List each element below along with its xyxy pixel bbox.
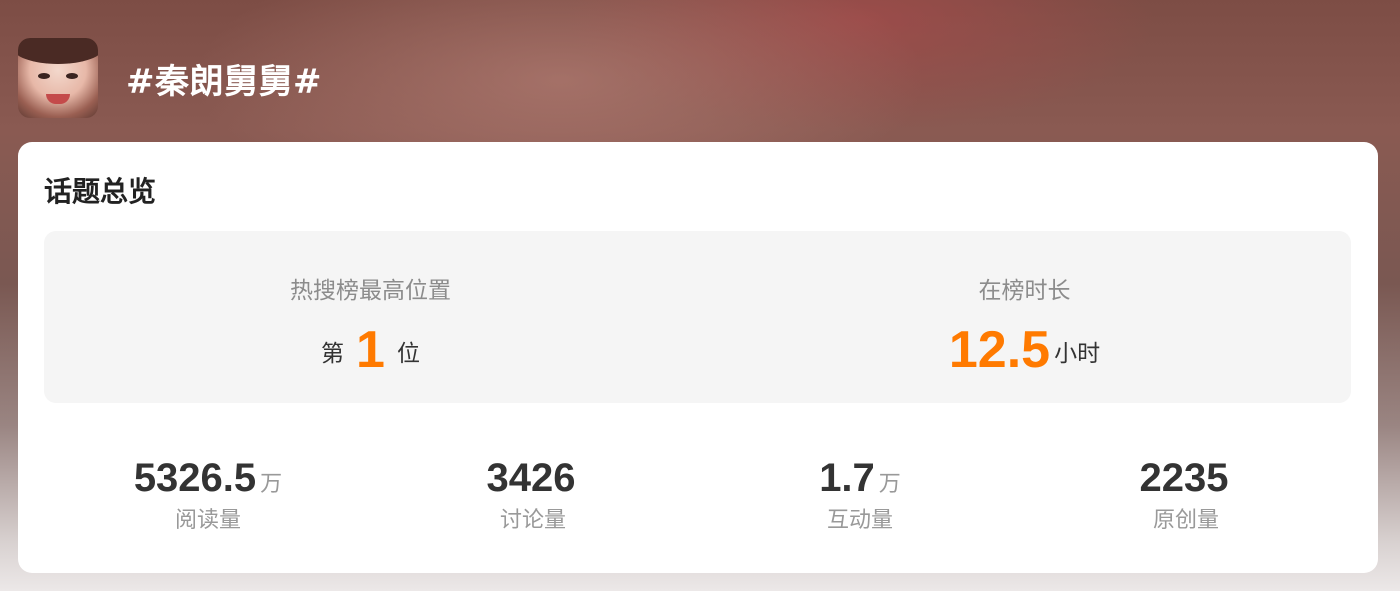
stat-interactions-value-row: 1.7 万 bbox=[690, 452, 1030, 500]
topic-overview-card: 话题总览 热搜榜最高位置 第 1 位 在榜时长 12.5 小时 5326.5 万… bbox=[18, 142, 1378, 573]
stat-interactions-label: 互动量 bbox=[826, 508, 893, 533]
avatar-hair bbox=[18, 38, 98, 64]
stat-discussions-value-row: 3426 bbox=[363, 452, 703, 500]
avatar-mouth bbox=[46, 94, 70, 104]
topic-avatar[interactable] bbox=[18, 38, 98, 118]
stat-reads-label: 阅读量 bbox=[174, 508, 241, 533]
duration-value-row: 12.5 小时 bbox=[698, 316, 1351, 376]
stat-discussions-label: 讨论量 bbox=[499, 508, 566, 533]
stat-discussions: 3426 讨论量 bbox=[363, 452, 703, 534]
stat-originals-label: 原创量 bbox=[1152, 508, 1219, 533]
stat-reads-value-row: 5326.5 万 bbox=[38, 452, 378, 500]
ranking-summary: 热搜榜最高位置 第 1 位 在榜时长 12.5 小时 bbox=[44, 231, 1351, 403]
topic-title: #秦朗舅舅# bbox=[126, 61, 322, 102]
on-list-duration: 在榜时长 12.5 小时 bbox=[698, 231, 1351, 403]
avatar-eye-left bbox=[38, 73, 50, 79]
hot-search-prefix: 第 bbox=[321, 341, 345, 367]
stat-interactions-value: 1.7 bbox=[819, 456, 875, 500]
hot-search-label: 热搜榜最高位置 bbox=[290, 278, 451, 304]
hot-search-suffix: 位 bbox=[396, 341, 420, 367]
duration-label: 在榜时长 bbox=[978, 278, 1071, 304]
stat-reads: 5326.5 万 阅读量 bbox=[38, 452, 378, 534]
topic-stats: 5326.5 万 阅读量 3426 讨论量 1.7 万 互动量 2235 原创量 bbox=[18, 452, 1378, 552]
duration-value: 12.5 bbox=[948, 321, 1051, 379]
avatar-eye-right bbox=[66, 73, 78, 79]
hot-search-value-row: 第 1 位 bbox=[44, 316, 697, 376]
stat-interactions-unit: 万 bbox=[878, 472, 901, 497]
duration-unit: 小时 bbox=[1054, 341, 1101, 367]
topic-header: #秦朗舅舅# bbox=[18, 38, 322, 118]
stat-reads-unit: 万 bbox=[260, 472, 283, 497]
stat-originals-value-row: 2235 bbox=[1016, 452, 1356, 500]
stat-reads-value: 5326.5 bbox=[133, 456, 257, 500]
hot-search-position: 热搜榜最高位置 第 1 位 bbox=[44, 231, 697, 403]
hot-search-rank: 1 bbox=[356, 321, 385, 379]
stat-originals-value: 2235 bbox=[1139, 456, 1229, 500]
overview-title: 话题总览 bbox=[44, 175, 157, 208]
stat-interactions: 1.7 万 互动量 bbox=[690, 452, 1030, 534]
stat-originals: 2235 原创量 bbox=[1016, 452, 1356, 534]
stat-discussions-value: 3426 bbox=[486, 456, 576, 500]
